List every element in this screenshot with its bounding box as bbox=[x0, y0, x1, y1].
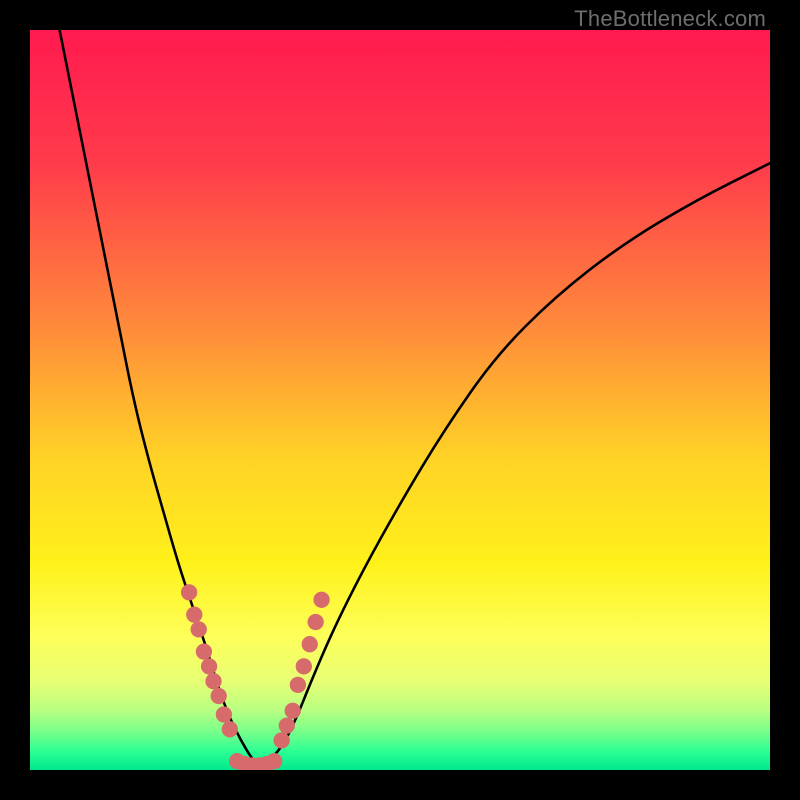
marker-dot bbox=[205, 673, 221, 689]
bottleneck-curve bbox=[60, 30, 770, 765]
marker-dot bbox=[302, 636, 318, 652]
marker-dot bbox=[279, 717, 295, 733]
marker-dot bbox=[273, 732, 289, 748]
marker-dot bbox=[296, 658, 312, 674]
watermark-text: TheBottleneck.com bbox=[574, 6, 766, 32]
marker-dot bbox=[290, 677, 306, 693]
marker-dot bbox=[266, 753, 282, 769]
marker-dot bbox=[222, 721, 238, 737]
curve-layer bbox=[30, 30, 770, 770]
marker-dot bbox=[201, 658, 217, 674]
marker-dot bbox=[191, 621, 207, 637]
marker-dot bbox=[186, 606, 202, 622]
plot-area bbox=[30, 30, 770, 770]
marker-dot bbox=[211, 688, 227, 704]
marker-dot bbox=[313, 592, 329, 608]
marker-dot bbox=[181, 584, 197, 600]
marker-dot bbox=[285, 703, 301, 719]
outer-frame: TheBottleneck.com bbox=[0, 0, 800, 800]
highlighted-points bbox=[181, 584, 330, 770]
marker-dot bbox=[308, 614, 324, 630]
marker-dot bbox=[196, 643, 212, 659]
marker-dot bbox=[216, 706, 232, 722]
